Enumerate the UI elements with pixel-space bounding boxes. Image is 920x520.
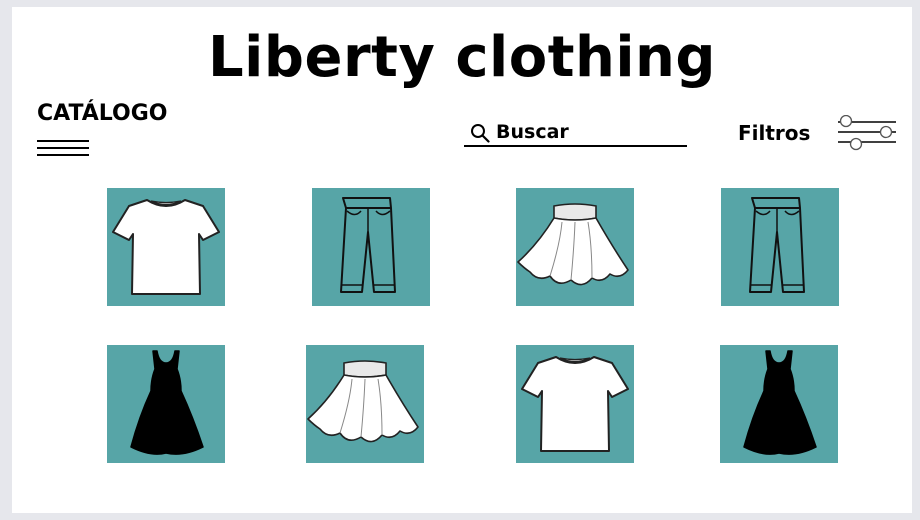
product-tile-skirt-white[interactable] [306, 345, 424, 463]
product-tile-dress-black[interactable] [107, 345, 225, 463]
product-tile-dress-black[interactable] [720, 345, 838, 463]
product-tile-pants[interactable] [721, 188, 839, 306]
search-input[interactable] [496, 120, 681, 144]
search-bar[interactable] [464, 119, 687, 147]
product-tile-pants[interactable] [312, 188, 430, 306]
hamburger-menu-icon[interactable] [37, 134, 91, 162]
search-icon[interactable] [470, 123, 490, 143]
product-tile-skirt-white[interactable] [516, 188, 634, 306]
catalog-label: CATÁLOGO [37, 101, 168, 126]
page-canvas: Liberty clothing CATÁLOGO Filtros [12, 7, 912, 513]
page-title: Liberty clothing [208, 25, 716, 90]
filters-button[interactable]: Filtros [738, 121, 810, 145]
filter-sliders-icon[interactable] [838, 115, 898, 151]
product-tile-tshirt-white[interactable] [516, 345, 634, 463]
product-tile-tshirt-white[interactable] [107, 188, 225, 306]
